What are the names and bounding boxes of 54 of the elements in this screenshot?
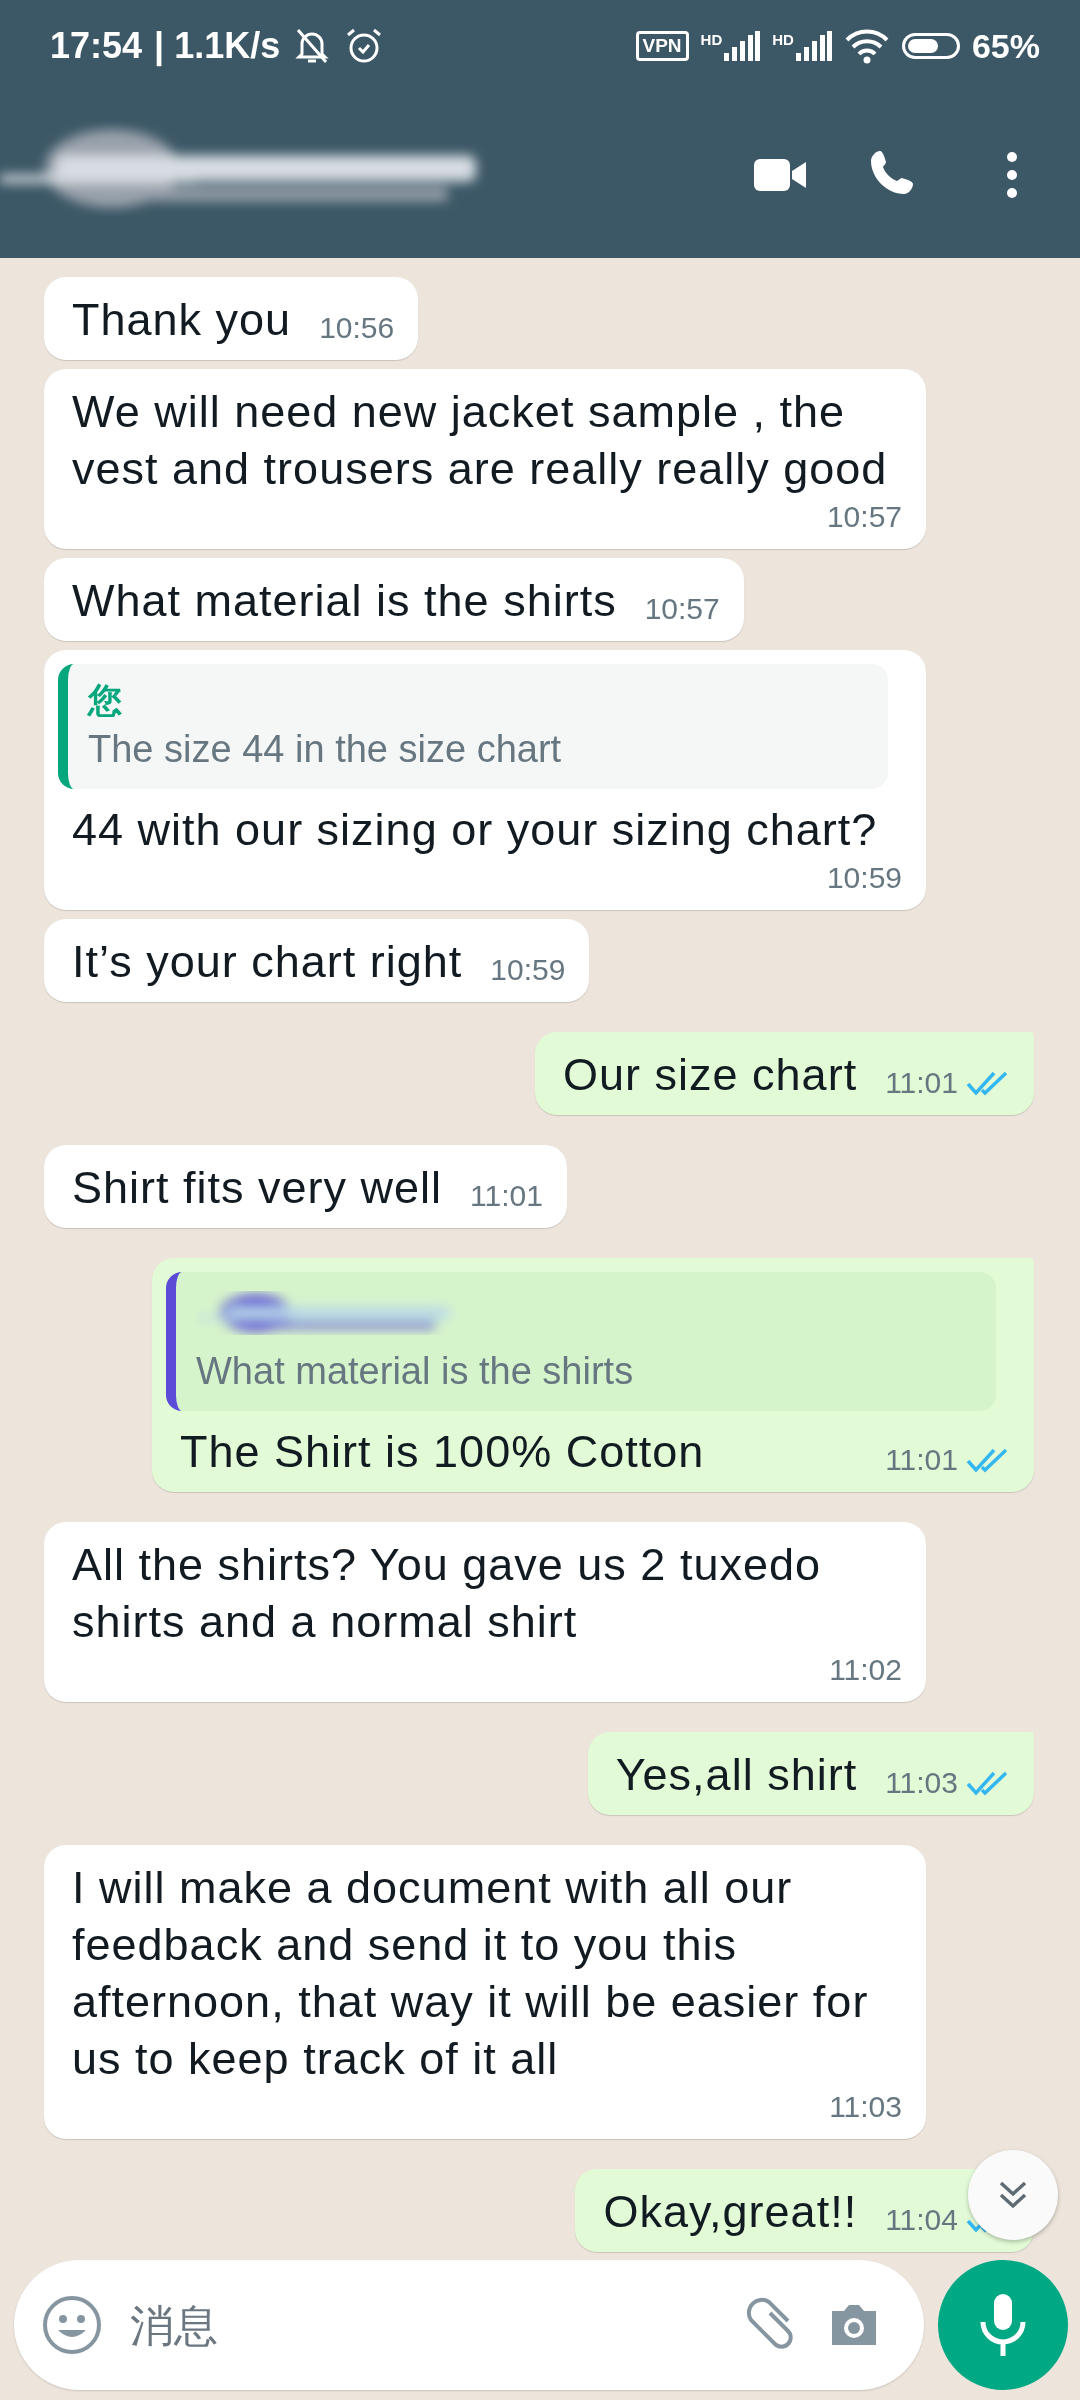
message-text: I will make a document with all our feedback and send it to you this afternoon, that way it will be easier for us to keep track of it all: [72, 1861, 870, 2086]
message-text: What material is the shirts: [72, 574, 617, 628]
message-time: 11:03: [829, 2089, 902, 2125]
message-text: Shirt fits very well: [72, 1161, 443, 1215]
message-text: Thank you: [72, 293, 292, 347]
message-bubble[interactable]: 您 The size 44 in the size chart 44 with our sizing or your sizing chart? 10:59: [44, 650, 926, 910]
message-input[interactable]: 消息: [128, 2298, 712, 2352]
message-time: 10:57: [826, 499, 902, 535]
message-time: 10:56: [319, 310, 395, 346]
message-bubble[interactable]: I will make a document with all our feedback and send it to you this afternoon, that way it will be easier for us to keep track of it all 11:03: [44, 1845, 926, 2139]
quote-text: What material is the shirts: [196, 1350, 635, 1393]
hd-label: HD: [700, 31, 723, 48]
message-time: 11:01: [885, 1065, 958, 1101]
message-bubble[interactable]: We will need new jacket sample , the vest and trousers are really really good 10:57: [44, 369, 926, 549]
message-time: 11:01: [885, 1442, 958, 1478]
message-bubble[interactable]: Our size chart 11:01: [535, 1032, 1034, 1115]
message-time: 11:01: [470, 1178, 543, 1214]
network-speed: | 1.1K/s: [154, 25, 281, 67]
message-time: 10:57: [644, 591, 720, 627]
message-text: Yes,all shirt: [615, 1748, 858, 1802]
quoted-reply[interactable]: 您 The size 44 in the size chart: [58, 664, 888, 789]
message-text: Our size chart: [563, 1048, 858, 1102]
message-bubble[interactable]: Shirt fits very well 11:01: [44, 1145, 567, 1228]
quote-text: The size 44 in the size chart: [88, 728, 563, 771]
message-text: It’s your chart right: [72, 935, 463, 989]
message-bubble[interactable]: It’s your chart right 10:59: [44, 919, 590, 1002]
message-bubble[interactable]: All the shirts? You gave us 2 tuxedo shirts and a normal shirt 11:02: [44, 1522, 926, 1702]
message-time: 10:59: [490, 952, 566, 988]
message-time: 10:59: [826, 860, 902, 896]
vpn-indicator: VPN: [635, 31, 689, 61]
message-time: 11:04: [885, 2202, 958, 2238]
quote-author: 您: [88, 680, 123, 721]
quoted-reply[interactable]: What material is the shirts: [166, 1272, 996, 1411]
message-bubble[interactable]: What material is the shirts The Shirt is 100% Cotton 11:01: [152, 1258, 1034, 1492]
clock: 17:54: [50, 25, 143, 67]
signal-icon: [795, 31, 832, 61]
emoji-icon[interactable]: [40, 2293, 104, 2357]
message-text: All the shirts? You gave us 2 tuxedo shirts and a normal shirt: [72, 1538, 822, 1649]
message-time: 11:02: [829, 1652, 902, 1688]
wifi-icon: [843, 28, 890, 64]
message-text: We will need new jacket sample , the vest and trousers are really really good: [72, 385, 889, 496]
message-bubble[interactable]: Thank you 10:56: [44, 277, 419, 360]
message-bubble[interactable]: What material is the shirts 10:57: [44, 558, 744, 641]
message-text: The Shirt is 100% Cotton: [180, 1425, 705, 1479]
message-text: Okay,great!!: [603, 2185, 858, 2239]
signal-icon: [724, 31, 761, 61]
message-text: 44 with our sizing or your sizing chart?: [72, 803, 878, 857]
message-bubble[interactable]: Yes,all shirt 11:03: [587, 1732, 1034, 1815]
message-time: 11:03: [885, 1765, 958, 1801]
hd-label: HD: [772, 31, 794, 48]
battery-percent: 65%: [971, 26, 1040, 66]
message-field[interactable]: 消息: [14, 2260, 924, 2390]
scroll-down-button[interactable]: [968, 2150, 1058, 2240]
battery-icon: [901, 33, 960, 59]
